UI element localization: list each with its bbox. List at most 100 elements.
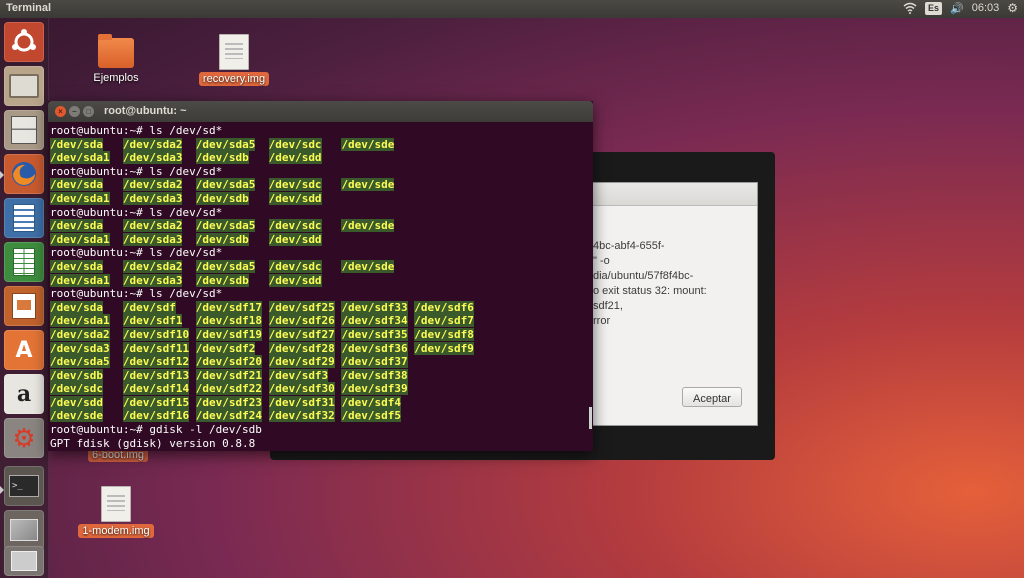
file-cabinet-icon[interactable] <box>4 110 44 150</box>
device-entry: /dev/sdf29 <box>268 355 335 369</box>
terminal-spacing <box>322 138 342 151</box>
terminal-command: root@ubuntu:~# ls /dev/sd* <box>50 124 223 137</box>
terminal-spacing <box>182 219 195 232</box>
terminal-spacing <box>262 396 269 409</box>
software-center-icon[interactable]: A <box>4 330 44 370</box>
desktop-icon-label: recovery.img <box>198 72 270 86</box>
device-entry: /dev/sda <box>50 178 103 192</box>
clock[interactable]: 06:03 <box>972 2 1000 14</box>
terminal-spacing <box>255 138 268 151</box>
volume-icon[interactable]: 🔊 <box>950 2 964 15</box>
device-entry: /dev/sdf5 <box>341 409 402 423</box>
terminal-spacing <box>103 178 123 191</box>
terminal-line: /dev/sda5 /dev/sdf12 /dev/sdf20 /dev/sdf… <box>50 355 474 369</box>
terminal-spacing <box>110 274 123 287</box>
device-entry: /dev/sdc <box>268 219 322 233</box>
file-icon <box>101 486 131 522</box>
device-entry: /dev/sdf36 <box>341 341 408 355</box>
terminal-line: /dev/sde /dev/sdf16 /dev/sdf24 /dev/sdf3… <box>50 409 474 423</box>
system-menu-gear-icon[interactable]: ⚙ <box>1007 1 1018 15</box>
wifi-icon[interactable] <box>903 2 917 14</box>
device-entry: /dev/sdd <box>50 395 103 409</box>
terminal-line: root@ubuntu:~# ls /dev/sd* <box>50 165 474 179</box>
device-entry: /dev/sdf39 <box>341 382 408 396</box>
terminal-spacing <box>189 355 196 368</box>
device-entry: /dev/sda <box>50 137 103 151</box>
terminal-line: /dev/sda1 /dev/sda3 /dev/sdb /dev/sdd <box>50 191 474 206</box>
terminal-spacing <box>189 409 196 422</box>
ubuntu-logo-icon[interactable] <box>4 22 44 62</box>
desktop-icon-label: 1-modem.img <box>78 524 154 538</box>
folder-icon <box>98 34 134 68</box>
device-entry: /dev/sdf8 <box>414 327 474 341</box>
terminal-spacing <box>262 355 269 368</box>
amazon-icon[interactable]: a <box>4 374 44 414</box>
desktop-icon-label: Ejemplos <box>93 72 139 84</box>
device-entry: /dev/sdf11 <box>122 341 190 355</box>
keyboard-layout-indicator[interactable]: Es <box>924 1 942 15</box>
desktop-icon-1-modem-img[interactable]: 1-modem.img <box>76 486 156 538</box>
terminal-line: /dev/sda /dev/sda2 /dev/sda5 /dev/sdc /d… <box>50 137 474 152</box>
device-entry: /dev/sda3 <box>122 151 183 165</box>
terminal-line: /dev/sda /dev/sda2 /dev/sda5 /dev/sdc /d… <box>50 219 474 233</box>
terminal-spacing <box>322 219 342 232</box>
accept-button[interactable]: Aceptar <box>682 387 742 407</box>
firefox-icon[interactable] <box>4 154 44 194</box>
calc-icon[interactable] <box>4 242 44 282</box>
device-entry: /dev/sdf9 <box>414 341 474 355</box>
device-entry: /dev/sdf13 <box>122 368 190 382</box>
terminal-spacing <box>262 314 269 327</box>
terminal-spacing <box>189 342 196 355</box>
close-icon[interactable]: × <box>55 106 66 117</box>
terminal-spacing <box>189 382 196 395</box>
terminal-spacing <box>110 328 123 341</box>
terminal-titlebar[interactable]: × – □ root@ubuntu: ~ <box>48 101 593 122</box>
terminal-spacing <box>322 178 342 191</box>
terminal-spacing <box>189 396 196 409</box>
terminal-command: root@ubuntu:~# ls /dev/sd* <box>50 287 223 301</box>
device-entry: /dev/sde <box>50 409 103 423</box>
device-entry: /dev/sda5 <box>195 259 256 273</box>
terminal-scrollbar[interactable] <box>589 407 592 429</box>
desktop-icon-ejemplos[interactable]: Ejemplos <box>84 34 148 85</box>
device-entry: /dev/sdb <box>195 151 249 165</box>
terminal-output[interactable]: root@ubuntu:~# ls /dev/sd*/dev/sda /dev/… <box>50 124 474 450</box>
desktop-icon-recovery-img[interactable]: recovery.img <box>196 34 272 86</box>
device-entry: /dev/sda <box>50 300 103 314</box>
device-entry: /dev/sdf26 <box>268 314 335 328</box>
terminal-line: root@ubuntu:~# ls /dev/sd* <box>50 287 474 301</box>
terminal-window[interactable]: × – □ root@ubuntu: ~ root@ubuntu:~# ls /… <box>48 101 593 451</box>
writer-icon[interactable] <box>4 198 44 238</box>
terminal-spacing <box>249 151 269 164</box>
device-entry: /dev/sdf31 <box>268 395 335 409</box>
device-entry: /dev/sda2 <box>122 137 183 151</box>
terminal-spacing <box>103 219 123 232</box>
terminal-spacing <box>182 233 195 246</box>
terminal-spacing <box>103 382 123 395</box>
terminal-spacing <box>103 396 123 409</box>
device-entry: /dev/sda2 <box>122 219 183 233</box>
terminal-line: root@ubuntu:~# ls /dev/sd* <box>50 246 474 260</box>
terminal-line: /dev/sda /dev/sda2 /dev/sda5 /dev/sdc /d… <box>50 259 474 274</box>
workspaces-icon[interactable] <box>4 510 44 550</box>
dialog-message: 4bc-abf4-655f- " -o dia/ubuntu/57f8f4bc-… <box>593 240 707 327</box>
settings-icon[interactable]: ⚙ <box>4 418 44 458</box>
trash-icon[interactable] <box>4 546 44 576</box>
installer-icon[interactable] <box>4 66 44 106</box>
terminal-spacing <box>103 260 123 273</box>
device-entry: /dev/sdf7 <box>414 314 474 328</box>
device-entry: /dev/sda <box>50 219 103 233</box>
launcher: A a ⚙ >_ <box>0 18 49 578</box>
terminal-spacing <box>110 342 123 355</box>
impress-icon[interactable] <box>4 286 44 326</box>
minimize-icon[interactable]: – <box>69 106 80 117</box>
device-entry: /dev/sda3 <box>122 273 183 287</box>
terminal-spacing <box>328 369 341 382</box>
device-entry: /dev/sda <box>50 259 103 273</box>
terminal-icon[interactable]: >_ <box>4 466 44 506</box>
terminal-spacing <box>176 301 196 314</box>
maximize-icon[interactable]: □ <box>83 106 94 117</box>
terminal-line: /dev/sdb /dev/sdf13 /dev/sdf21 /dev/sdf3… <box>50 368 474 383</box>
terminal-line: /dev/sda1 /dev/sda3 /dev/sdb /dev/sdd <box>50 232 474 247</box>
device-entry: /dev/sdd <box>268 273 322 287</box>
